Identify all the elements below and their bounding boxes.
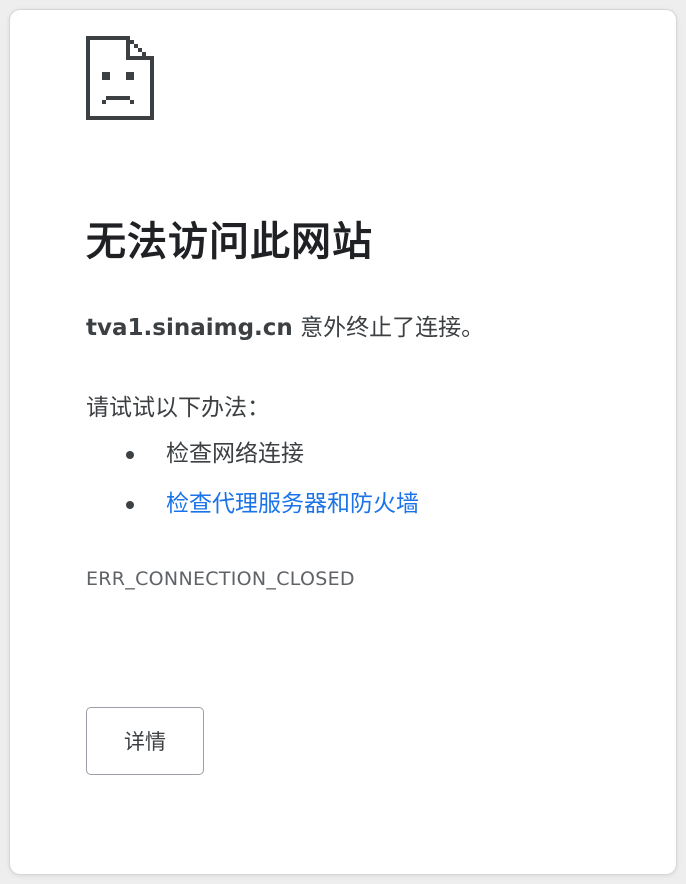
page-title: 无法访问此网站 [86, 219, 373, 265]
suggestions-intro: 请试试以下办法： [86, 395, 270, 421]
details-button[interactable]: 详情 [86, 707, 204, 775]
suggestion-check-network: 检查网络连接 [166, 441, 304, 467]
error-message: tva1.sinaimg.cn 意外终止了连接。 [86, 312, 484, 344]
sad-document-icon [86, 36, 154, 120]
bullet-icon [126, 501, 134, 509]
suggestion-check-proxy-firewall-link[interactable]: 检查代理服务器和防火墙 [166, 491, 419, 517]
bullet-icon [126, 451, 134, 459]
list-item: 检查代理服务器和防火墙 [126, 488, 419, 538]
error-code: ERR_CONNECTION_CLOSED [86, 568, 355, 590]
host-name: tva1.sinaimg.cn [86, 315, 293, 341]
error-message-text: 意外终止了连接。 [292, 315, 485, 341]
suggestions-list: 检查网络连接 检查代理服务器和防火墙 [126, 438, 419, 538]
list-item: 检查网络连接 [126, 438, 419, 488]
error-page: 无法访问此网站 tva1.sinaimg.cn 意外终止了连接。 请试试以下办法… [10, 10, 676, 874]
